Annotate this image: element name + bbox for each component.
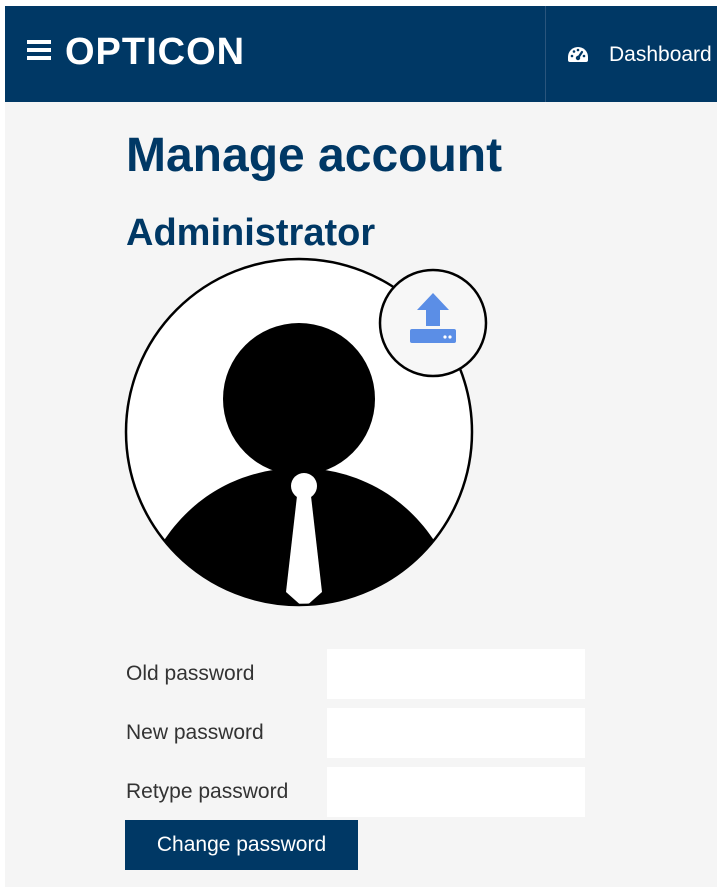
gauge-icon [568,47,588,62]
top-navigation-bar: OPTICON Dashboard [5,6,717,102]
upload-avatar-button[interactable] [377,267,489,379]
nav-dashboard-label: Dashboard [609,43,712,66]
nav-item-dashboard[interactable]: Dashboard [567,42,712,68]
nav-divider [545,6,546,102]
page-title: Manage account [126,129,503,182]
brand-logo[interactable]: OPTICON [65,30,245,74]
hamburger-menu-icon[interactable] [27,36,53,64]
new-password-input[interactable] [327,708,585,758]
change-password-button[interactable]: Change password [125,820,358,870]
old-password-input[interactable] [327,649,585,699]
old-password-label: Old password [126,662,255,685]
app-window: OPTICON Dashboard Manage account Adminis… [5,6,717,887]
username-heading: Administrator [126,212,376,254]
retype-password-label: Retype password [126,780,289,803]
new-password-label: New password [126,721,264,744]
retype-password-input[interactable] [327,767,585,817]
